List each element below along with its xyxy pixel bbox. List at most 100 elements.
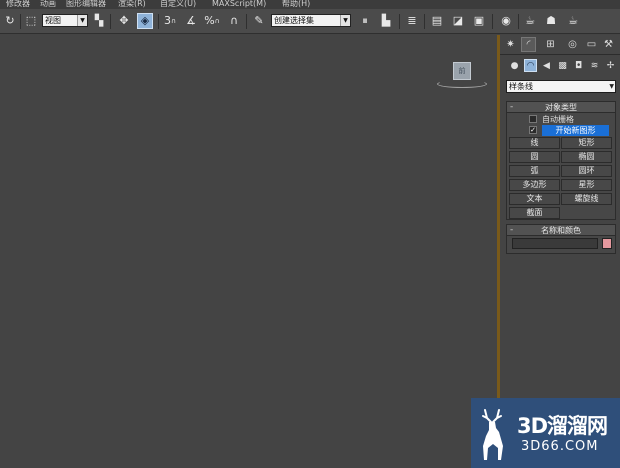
menu-item-maxscript[interactable]: MAXScript(M): [212, 0, 266, 8]
magnet-icon: ∩: [214, 17, 220, 25]
cameras-icon[interactable]: ▩: [556, 59, 569, 72]
helpers-icon[interactable]: ◘: [572, 59, 585, 72]
menu-item-modifiers[interactable]: 修改器: [6, 0, 30, 8]
text-button[interactable]: 文本: [509, 193, 560, 205]
modify-tab-icon[interactable]: ◜: [521, 37, 536, 52]
object-type-title: 对象类型: [545, 103, 577, 112]
create-subcategory-tabs: ● ◠ ◀ ▩ ◘ ≋ ✢: [500, 57, 620, 75]
curve-editor-icon[interactable]: ◪: [450, 13, 466, 29]
scene-explorer-icon[interactable]: ▤: [429, 13, 445, 29]
menu-item-graph-editors[interactable]: 图形编辑器: [66, 0, 106, 8]
align-icon[interactable]: ▙: [378, 13, 394, 29]
snap-label: 3: [163, 14, 171, 27]
auto-grid-row: 自动栅格: [529, 114, 574, 124]
snap-toggle-icon[interactable]: 3 ∩: [162, 13, 178, 29]
star-button[interactable]: 星形: [561, 179, 612, 191]
lights-icon[interactable]: ◀: [540, 59, 553, 72]
shape-category-select[interactable]: 样条线 ▼: [506, 80, 616, 93]
viewcube-compass-ring[interactable]: [437, 80, 487, 88]
select-link-icon[interactable]: ⬚: [23, 13, 39, 29]
collapse-icon: -: [510, 102, 514, 112]
start-new-shape-label: 开始新图形: [542, 124, 609, 136]
toolbar-separator: [246, 14, 247, 29]
helix-button[interactable]: 螺旋线: [561, 193, 612, 205]
donut-button[interactable]: 圆环: [561, 165, 612, 177]
rectangle-button[interactable]: 矩形: [561, 137, 612, 149]
named-selection-set-value: 创建选择集: [274, 16, 314, 25]
toolbar-separator: [424, 14, 425, 29]
ngon-button[interactable]: 多边形: [509, 179, 560, 191]
schematic-view-icon[interactable]: ▣: [471, 13, 487, 29]
magnet-icon: ∩: [170, 17, 177, 25]
rendered-frame-window-icon[interactable]: ☗: [543, 13, 559, 29]
watermark-url-text: 3D66.COM: [521, 439, 599, 454]
utilities-tab-icon[interactable]: ⚒: [601, 37, 616, 52]
object-name-field[interactable]: [512, 238, 598, 249]
object-type-rollout-header[interactable]: - 对象类型: [507, 102, 615, 113]
menu-item-customize[interactable]: 自定义(U): [160, 0, 196, 8]
angle-snap-icon[interactable]: ∡: [183, 13, 199, 29]
viewcube-face-label: 前: [458, 67, 466, 75]
start-new-shape-row: ✓ 开始新图形: [529, 124, 609, 136]
perspective-viewport[interactable]: [0, 35, 497, 468]
systems-icon[interactable]: ✢: [604, 59, 617, 72]
shape-category-value: 样条线: [509, 82, 533, 91]
shapes-icon[interactable]: ◠: [524, 59, 537, 72]
manipulate-icon[interactable]: ◈: [137, 13, 153, 29]
material-editor-icon[interactable]: ◉: [498, 13, 514, 29]
auto-grid-label: 自动栅格: [542, 114, 574, 124]
object-color-swatch[interactable]: [602, 238, 612, 249]
render-setup-icon[interactable]: ☕: [522, 13, 538, 29]
menu-bar: 修改器 动画 图形编辑器 渲染(R) 自定义(U) MAXScript(M) 帮…: [0, 0, 620, 9]
object-type-rollout: - 对象类型 自动栅格 ✓ 开始新图形 线 矩形 圆 椭圆 弧 圆环 多边形 星…: [506, 101, 616, 220]
line-button[interactable]: 线: [509, 137, 560, 149]
name-and-color-rollout: - 名称和颜色: [506, 224, 616, 254]
space-warps-icon[interactable]: ≋: [588, 59, 601, 72]
menu-item-animation[interactable]: 动画: [40, 0, 56, 8]
toolbar-separator: [20, 14, 21, 29]
create-tab-icon[interactable]: ✷: [503, 37, 518, 52]
toolbar-separator: [110, 14, 111, 29]
move-icon[interactable]: ✥: [116, 13, 132, 29]
start-new-shape-checkbox[interactable]: ✓: [529, 126, 537, 134]
section-button[interactable]: 截面: [509, 207, 560, 219]
layer-manager-icon[interactable]: ≣: [404, 13, 420, 29]
reference-coordinate-value: 视图: [45, 16, 61, 25]
chevron-down-icon: ▼: [340, 15, 350, 26]
toolbar-separator: [492, 14, 493, 29]
spinner-snap-icon[interactable]: ∩: [226, 13, 242, 29]
chevron-down-icon: ▼: [77, 15, 87, 26]
watermark-logo: 3D溜溜网 3D66.COM: [471, 398, 620, 468]
auto-grid-checkbox[interactable]: [529, 115, 537, 123]
collapse-icon: -: [510, 225, 514, 235]
geometry-icon[interactable]: ●: [508, 59, 521, 72]
circle-button[interactable]: 圆: [509, 151, 560, 163]
ellipse-button[interactable]: 椭圆: [561, 151, 612, 163]
watermark-brand-text: 3D溜溜网: [517, 414, 608, 438]
deer-logo-icon: [482, 409, 503, 460]
name-and-color-rollout-header[interactable]: - 名称和颜色: [507, 225, 615, 236]
pivot-center-icon[interactable]: ▚: [91, 13, 107, 29]
viewcube[interactable]: 前: [453, 62, 471, 80]
mirror-icon[interactable]: ⏸: [357, 13, 373, 29]
menu-item-help[interactable]: 帮助(H): [282, 0, 310, 8]
name-and-color-title: 名称和颜色: [541, 226, 581, 235]
toolbar-separator: [399, 14, 400, 29]
chevron-down-icon: ▼: [609, 83, 614, 90]
main-toolbar: ↻ ⬚ 视图 ▼ ▚ ✥ ◈ 3 ∩ ∡ % ∩ ∩ ✎ 创建选择集 ▼ ⏸ ▙ ≣…: [0, 9, 620, 34]
command-panel-tabs: ✷ ◜ ⊞ ◎ ▭ ⚒: [500, 35, 620, 55]
edit-named-selection-icon[interactable]: ✎: [251, 13, 267, 29]
percent-snap-icon[interactable]: % ∩: [204, 13, 220, 29]
percent-snap-label: %: [204, 14, 215, 27]
hierarchy-tab-icon[interactable]: ⊞: [543, 37, 558, 52]
motion-tab-icon[interactable]: ◎: [565, 37, 580, 52]
toolbar-separator: [518, 14, 519, 29]
display-tab-icon[interactable]: ▭: [584, 37, 599, 52]
redo-icon[interactable]: ↻: [2, 13, 18, 29]
reference-coordinate-select[interactable]: 视图 ▼: [42, 14, 88, 27]
toolbar-separator: [158, 14, 159, 29]
menu-item-rendering[interactable]: 渲染(R): [118, 0, 146, 8]
render-production-icon[interactable]: ☕: [565, 13, 581, 29]
named-selection-set-select[interactable]: 创建选择集 ▼: [271, 14, 351, 27]
arc-button[interactable]: 弧: [509, 165, 560, 177]
